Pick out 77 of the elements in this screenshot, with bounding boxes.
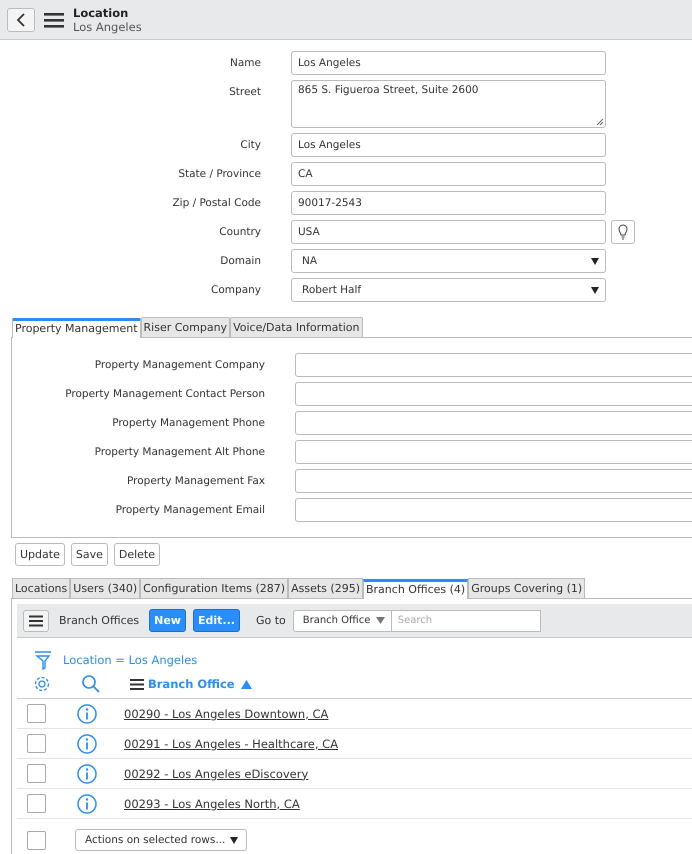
field-label: Property Management Email (114, 503, 265, 518)
form-button[interactable]: Update (15, 543, 65, 566)
row-checkbox[interactable] (27, 764, 46, 783)
caret-icon (230, 836, 238, 844)
related-list-tab[interactable]: Users (340) (70, 578, 140, 598)
related-list-tab[interactable]: Groups Covering (1) (468, 578, 586, 598)
actions-select[interactable]: Actions on selected rows... (75, 829, 247, 851)
input-field[interactable]: USA (291, 220, 606, 244)
field-label: Domain (219, 254, 261, 269)
record-name: Los Angeles (73, 20, 142, 34)
search-field[interactable]: Search (392, 610, 541, 632)
goto-select[interactable]: Branch Office (292, 610, 392, 632)
section-tab[interactable]: Property Management (12, 318, 141, 338)
caret-icon (591, 286, 599, 294)
field-label: Property Management Alt Phone (94, 445, 265, 460)
field-label: City (239, 138, 261, 153)
back-button[interactable] (7, 8, 35, 32)
goto-label: Go to (256, 614, 286, 627)
input-field[interactable] (295, 382, 692, 406)
sort-ascending-icon[interactable] (240, 680, 252, 688)
select-field[interactable]: Robert Half (291, 278, 606, 302)
record-link[interactable]: 00290 - Los Angeles Downtown, CA (124, 706, 328, 720)
chevron-left-icon (16, 12, 26, 26)
menu-icon (29, 614, 43, 626)
input-field[interactable] (295, 411, 692, 435)
caret-icon (591, 258, 599, 264)
related-list-tab[interactable]: Locations (12, 578, 70, 598)
info-icon[interactable] (77, 734, 97, 754)
settings-icon[interactable] (33, 675, 51, 693)
search-icon[interactable] (81, 674, 101, 694)
info-icon[interactable] (77, 794, 97, 814)
input-field[interactable] (295, 353, 692, 377)
section-tab[interactable]: Voice/Data Information (230, 317, 362, 337)
input-field[interactable] (295, 498, 692, 522)
field-label: Country (218, 225, 261, 240)
page-title: Location (73, 6, 130, 20)
field-label: Street (228, 85, 261, 100)
list-title: Branch Offices (59, 614, 140, 627)
text-area[interactable]: 865 S. Figueroa Street, Suite 2600 (291, 80, 606, 128)
record-link[interactable]: 00293 - Los Angeles North, CA (124, 796, 300, 810)
input-field[interactable]: CA (291, 162, 606, 186)
field-label: Name (229, 56, 261, 71)
field-label: Zip / Postal Code (171, 196, 261, 211)
info-icon[interactable] (77, 704, 97, 724)
input-field[interactable]: Los Angeles (291, 51, 606, 75)
record-link[interactable]: 00292 - Los Angeles eDiscovery (124, 766, 308, 780)
row-checkbox[interactable] (27, 704, 46, 723)
input-field[interactable] (295, 469, 692, 493)
select-all-checkbox[interactable] (27, 830, 46, 850)
caret-icon (376, 617, 386, 624)
field-label: State / Province (177, 167, 261, 182)
row-checkbox[interactable] (27, 734, 46, 753)
menu-icon[interactable] (44, 12, 64, 28)
input-field[interactable] (295, 440, 692, 464)
info-icon[interactable] (77, 764, 97, 784)
resize-grip-icon[interactable] (596, 118, 604, 126)
field-label: Company (210, 283, 261, 298)
row-checkbox[interactable] (27, 794, 46, 813)
record-link[interactable]: 00291 - Los Angeles - Healthcare, CA (124, 736, 338, 750)
form-button[interactable]: Save (70, 543, 108, 566)
section-tab[interactable]: Riser Company (140, 317, 230, 337)
field-label: Property Management Fax (126, 474, 265, 489)
filter-icon[interactable] (34, 650, 52, 670)
input-field[interactable]: 90017-2543 (291, 191, 606, 215)
field-label: Property Management Contact Person (64, 387, 265, 402)
lightbulb-icon (618, 224, 628, 240)
related-list-tab[interactable]: Assets (295) (288, 578, 363, 598)
select-field[interactable]: NA (291, 249, 606, 273)
column-menu-icon[interactable] (130, 678, 144, 690)
related-list-tab[interactable]: Configuration Items (287) (140, 578, 288, 598)
list-menu-button[interactable] (23, 610, 49, 632)
lightbulb-button[interactable] (611, 220, 635, 244)
related-list-tab[interactable]: Branch Offices (4) (362, 579, 468, 599)
form-button[interactable]: Delete (114, 543, 160, 566)
field-label: Property Management Phone (111, 416, 265, 431)
field-label: Property Management Company (94, 358, 265, 373)
input-field[interactable]: Los Angeles (291, 133, 606, 157)
